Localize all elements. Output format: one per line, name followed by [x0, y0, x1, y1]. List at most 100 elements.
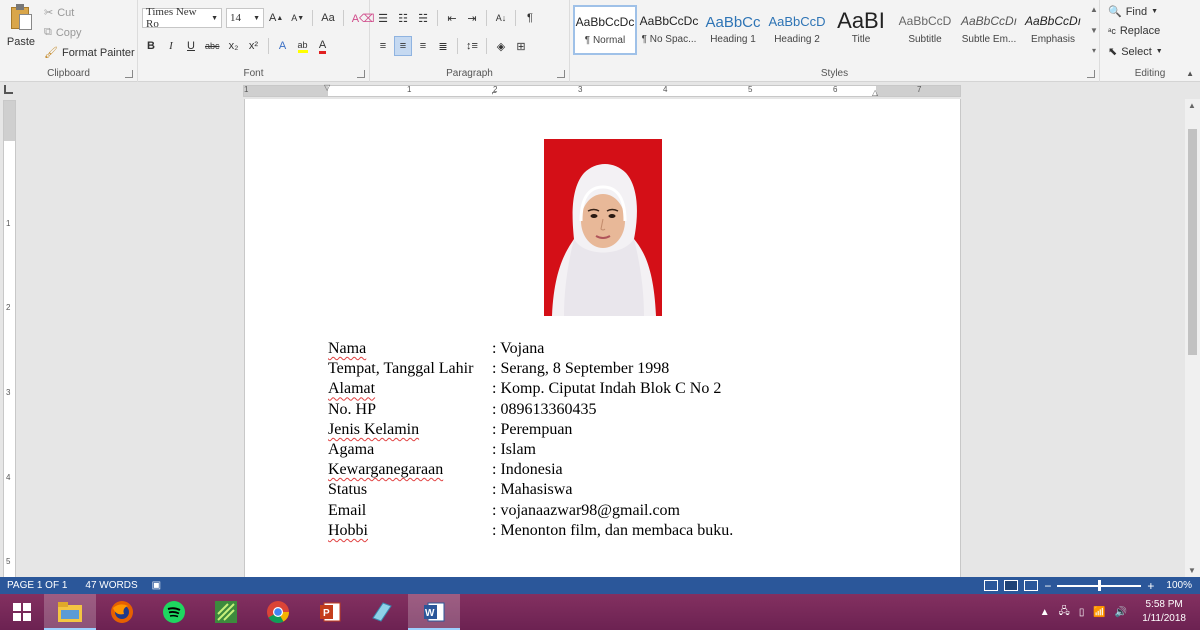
profile-photo[interactable]	[544, 139, 662, 316]
font-size-select[interactable]: 14 ▼	[226, 8, 264, 28]
subscript-button[interactable]: x₂	[225, 36, 243, 56]
network-warning-icon[interactable]: 🖧	[1059, 604, 1070, 621]
styles-gallery-scroll[interactable]: ▲ ▼ ▾	[1088, 5, 1100, 55]
more-styles-icon[interactable]: ▾	[1092, 46, 1096, 55]
align-center-button[interactable]: ≡	[394, 36, 412, 56]
start-button[interactable]	[0, 594, 44, 630]
align-left-button[interactable]: ≡	[374, 36, 392, 56]
style-subtitle[interactable]: AaBbCcD Subtitle	[893, 5, 957, 55]
clock[interactable]: 5:58 PM 1/11/2018	[1142, 598, 1186, 626]
highlight-button[interactable]: ab	[294, 36, 312, 56]
scrollbar-thumb[interactable]	[1188, 129, 1197, 355]
style-normal[interactable]: AaBbCcDc ¶ Normal	[573, 5, 637, 55]
show-marks-button[interactable]: ¶	[521, 8, 539, 28]
sort-button[interactable]: A↓	[492, 8, 510, 28]
grow-font-button[interactable]: A ▲	[266, 8, 286, 28]
replace-button[interactable]: ᵃc Replace	[1108, 25, 1160, 37]
find-button[interactable]: 🔍 Find ▼	[1108, 5, 1158, 19]
taskbar-file-explorer[interactable]	[44, 594, 96, 630]
strikethrough-button[interactable]: abc	[202, 36, 223, 56]
copy-button[interactable]: ⧉ Copy	[44, 26, 82, 39]
underline-icon: U	[187, 40, 195, 52]
tab-selector[interactable]	[0, 83, 20, 98]
zoom-in-button[interactable]: +	[1147, 579, 1154, 593]
line-spacing-button[interactable]: ↕≡	[463, 36, 481, 56]
scroll-down-icon[interactable]: ▼	[1188, 566, 1196, 575]
proofing-icon[interactable]: ▣	[152, 580, 161, 591]
chevron-down-icon[interactable]: ▼	[1090, 26, 1098, 35]
taskbar-spotify[interactable]	[148, 594, 200, 630]
web-layout-icon[interactable]	[1024, 580, 1039, 591]
shrink-font-button[interactable]: A ▼	[288, 8, 307, 28]
paragraph-launcher-icon[interactable]	[557, 70, 565, 78]
zoom-out-button[interactable]: −	[1044, 579, 1051, 593]
style-heading-1[interactable]: AaBbCc Heading 1	[701, 5, 765, 55]
bold-button[interactable]: B	[142, 36, 160, 56]
vertical-scrollbar[interactable]: ▲ ▼	[1185, 99, 1200, 577]
decrease-indent-button[interactable]: ⇤	[443, 8, 461, 28]
first-line-indent-marker[interactable]: ▽	[324, 83, 330, 92]
style-emphasis[interactable]: AaBbCcDı Emphasis	[1021, 5, 1085, 55]
volume-icon[interactable]: 🔊	[1115, 607, 1127, 618]
taskbar-app[interactable]	[200, 594, 252, 630]
page-count[interactable]: PAGE 1 OF 1	[7, 580, 67, 591]
collapse-ribbon-icon[interactable]: ▲	[1186, 69, 1194, 78]
change-case-button[interactable]: Aa	[318, 8, 337, 28]
format-painter-button[interactable]: 🖌 Format Painter	[44, 46, 135, 60]
justify-button[interactable]: ≣	[434, 36, 452, 56]
clipboard-launcher-icon[interactable]	[125, 70, 133, 78]
numbering-button[interactable]: ☷	[394, 8, 412, 28]
taskbar-word[interactable]: W	[408, 594, 460, 630]
taskbar: P W ▲ 🖧 ▯ 📶 🔊 5:58 PM 1/11/2018	[0, 594, 1200, 630]
underline-button[interactable]: U	[182, 36, 200, 56]
bullets-button[interactable]: ☰	[374, 8, 392, 28]
style-title[interactable]: AaBI Title	[829, 5, 893, 55]
shading-button[interactable]: ◈	[492, 36, 510, 56]
word-count[interactable]: 47 WORDS	[85, 580, 137, 591]
document-canvas[interactable]: Nama : Vojana Tempat, Tanggal Lahir : Se…	[20, 99, 1185, 577]
scroll-up-icon[interactable]: ▲	[1188, 101, 1196, 110]
zoom-slider-knob[interactable]	[1098, 579, 1102, 591]
paste-button[interactable]: Paste	[4, 4, 38, 52]
taskbar-firefox[interactable]	[96, 594, 148, 630]
device-icon[interactable]: ▯	[1079, 607, 1085, 618]
style-preview: AaBbCcDı	[960, 14, 1018, 28]
increase-indent-button[interactable]: ⇥	[463, 8, 481, 28]
vertical-ruler[interactable]: 1 2 3 4 5	[3, 100, 16, 578]
chevron-up-icon[interactable]: ▲	[1090, 5, 1098, 14]
taskbar-app[interactable]	[356, 594, 408, 630]
style-no-spacing[interactable]: AaBbCcDc ¶ No Spac...	[637, 5, 701, 55]
horizontal-ruler[interactable]: 1 1 2 3 4 5 6 7 ▽ ⌐ △	[243, 83, 961, 97]
style-name: ¶ No Spac...	[641, 34, 697, 45]
bio-row-status: Status : Mahasiswa	[328, 480, 733, 500]
font-color-button[interactable]: A	[314, 36, 332, 56]
superscript-button[interactable]: x²	[245, 36, 263, 56]
style-subtle-emphasis[interactable]: AaBbCcDı Subtle Em...	[957, 5, 1021, 55]
align-right-button[interactable]: ≡	[414, 36, 432, 56]
chevron-up-icon[interactable]: ▲	[1040, 607, 1050, 618]
zoom-level[interactable]: 100%	[1166, 580, 1192, 591]
italic-button[interactable]: I	[162, 36, 180, 56]
bio-label: Tempat, Tanggal Lahir	[328, 360, 474, 378]
style-preview: AaBbCcDc	[575, 15, 635, 29]
font-launcher-icon[interactable]	[357, 70, 365, 78]
bio-value: : Mahasiswa	[492, 481, 573, 499]
style-heading-2[interactable]: AaBbCcD Heading 2	[765, 5, 829, 55]
document-page[interactable]: Nama : Vojana Tempat, Tanggal Lahir : Se…	[244, 99, 961, 577]
select-button[interactable]: ⬉ Select ▼	[1108, 45, 1163, 59]
taskbar-chrome[interactable]	[252, 594, 304, 630]
zoom-slider[interactable]	[1057, 579, 1142, 591]
borders-button[interactable]: ⊞	[512, 36, 530, 56]
styles-launcher-icon[interactable]	[1087, 70, 1095, 78]
right-indent-marker[interactable]: △	[872, 88, 878, 97]
read-mode-icon[interactable]	[984, 580, 999, 591]
bio-label: Hobbi	[328, 521, 368, 539]
print-layout-icon[interactable]	[1004, 580, 1019, 591]
wifi-icon[interactable]: 📶	[1093, 607, 1105, 618]
tab-stop-marker[interactable]: ⌐	[492, 88, 497, 97]
multilevel-list-button[interactable]: ☵	[414, 8, 432, 28]
font-family-select[interactable]: Times New Ro ▼	[142, 6, 222, 30]
text-effects-button[interactable]: A	[274, 36, 292, 56]
cut-button[interactable]: ✂ Cut	[44, 6, 74, 20]
taskbar-powerpoint[interactable]: P	[304, 594, 356, 630]
